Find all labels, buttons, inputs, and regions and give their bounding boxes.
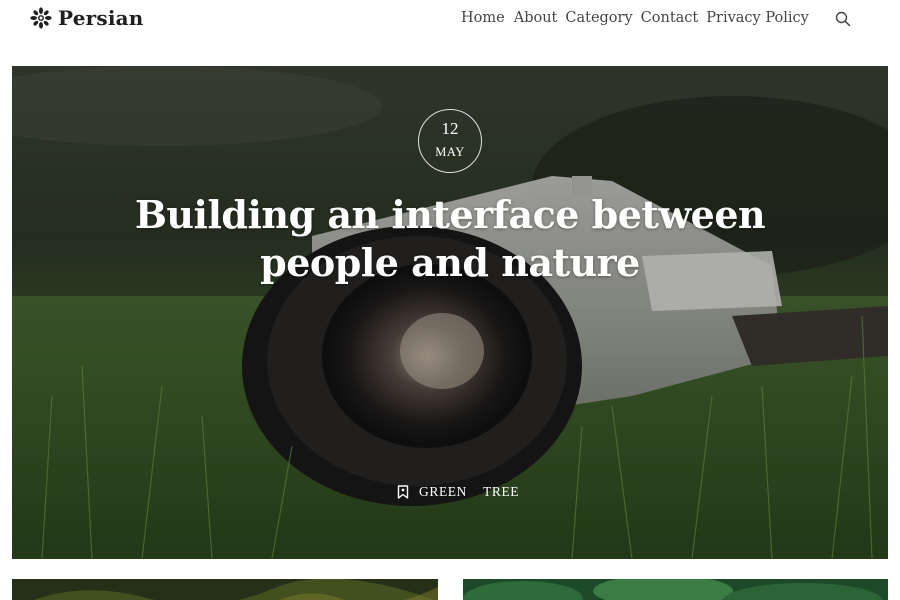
featured-post[interactable]: 12 MAY Building an interface between peo…	[12, 66, 888, 559]
site-header: Persian Home About Category Contact Priv…	[0, 0, 900, 40]
nav-item-home[interactable]: Home	[461, 10, 505, 26]
nav-item-about[interactable]: About	[514, 10, 558, 26]
nav-item-contact[interactable]: Contact	[641, 10, 699, 26]
post-date-badge: 12 MAY	[418, 109, 482, 173]
post-tags: GREEN TREE	[397, 484, 529, 500]
site-brand-name: Persian	[58, 6, 144, 30]
post-date-month: MAY	[435, 145, 465, 159]
tag-green[interactable]: GREEN	[419, 484, 467, 500]
bookmark-icon	[397, 485, 409, 499]
post-card-image	[12, 579, 438, 600]
tag-tree[interactable]: TREE	[483, 484, 519, 500]
nav-item-category[interactable]: Category	[565, 10, 632, 26]
post-card-image	[463, 579, 888, 600]
post-card[interactable]	[12, 579, 438, 600]
main-nav: Home About Category Contact Privacy Poli…	[461, 10, 817, 26]
mandala-flower-icon	[30, 7, 52, 29]
search-icon[interactable]	[835, 11, 851, 27]
post-date-day: 12	[441, 119, 459, 138]
nav-item-privacy-policy[interactable]: Privacy Policy	[706, 10, 809, 26]
post-title[interactable]: Building an interface between people and…	[72, 191, 828, 287]
site-logo[interactable]: Persian	[30, 6, 144, 30]
post-card[interactable]	[463, 579, 888, 600]
